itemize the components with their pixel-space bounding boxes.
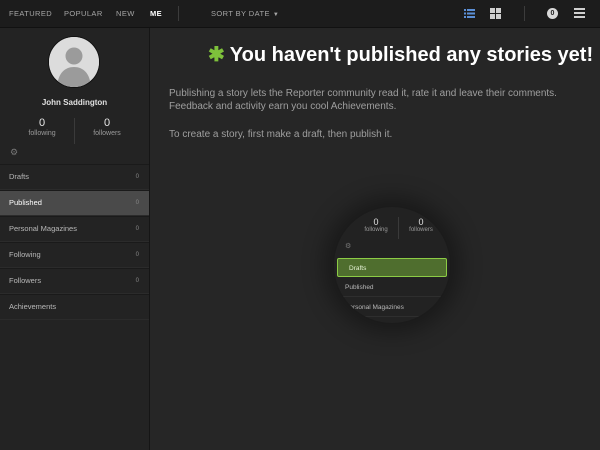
description-text: Publishing a story lets the Reporter com… bbox=[169, 88, 557, 112]
sort-label: SORT BY DATE bbox=[211, 9, 270, 18]
illustration-item-published: Published bbox=[334, 278, 450, 297]
illustration-item-personal-magazines: Personal Magazines bbox=[334, 298, 450, 317]
grid-view-icon[interactable] bbox=[490, 8, 501, 19]
profile-name: John Saddington bbox=[41, 98, 108, 107]
illustration-following-stat: 0 following bbox=[356, 217, 396, 233]
notification-badge[interactable]: 0 bbox=[547, 8, 558, 19]
headline-text: You haven't published any stories yet! bbox=[229, 44, 594, 66]
tab-popular[interactable]: POPULAR bbox=[64, 9, 103, 18]
menu-icon[interactable] bbox=[574, 8, 585, 18]
gear-icon[interactable]: ⚙ bbox=[10, 147, 18, 158]
top-bar: FEATURED POPULAR NEW ME SORT BY DATE ▼ 0 bbox=[0, 0, 600, 28]
sidebar-item-label: Following bbox=[9, 250, 41, 259]
followers-label: followers bbox=[93, 130, 121, 137]
sidebar-menu: Drafts 0 Published 0 Personal Magazines … bbox=[0, 164, 149, 320]
illustration-followers-label: followers bbox=[409, 227, 433, 233]
sidebar-item-achievements[interactable]: Achievements bbox=[0, 294, 149, 320]
list-view-icon[interactable] bbox=[464, 8, 475, 19]
sidebar-item-label: Drafts bbox=[9, 172, 30, 181]
divider bbox=[524, 6, 525, 21]
illustration-magnifier: 0 following 0 followers ⚙ Drafts Publish… bbox=[334, 207, 450, 323]
sidebar-item-label: Followers bbox=[9, 276, 42, 285]
sidebar-item-count: 0 bbox=[135, 200, 139, 206]
page-title: ✱ You haven't published any stories yet! bbox=[208, 42, 593, 67]
asterisk-icon: ✱ bbox=[208, 44, 225, 66]
divider bbox=[178, 6, 179, 21]
divider bbox=[398, 217, 399, 239]
tab-me[interactable]: ME bbox=[150, 9, 162, 18]
illustration-followers-count: 0 bbox=[418, 217, 424, 227]
followers-count: 0 bbox=[103, 117, 111, 129]
sidebar-item-count: 0 bbox=[135, 226, 139, 232]
sort-dropdown[interactable]: SORT BY DATE ▼ bbox=[211, 9, 279, 18]
instruction-text: To create a story, first make a draft, t… bbox=[169, 129, 393, 140]
tab-new[interactable]: NEW bbox=[116, 9, 135, 18]
sidebar-item-label: Published bbox=[9, 198, 42, 207]
sidebar-item-published[interactable]: Published 0 bbox=[0, 190, 149, 216]
sidebar-item-followers[interactable]: Followers 0 bbox=[0, 268, 149, 294]
sidebar-item-label: Personal Magazines bbox=[9, 224, 77, 233]
tab-featured[interactable]: FEATURED bbox=[9, 9, 52, 18]
following-label: following bbox=[28, 130, 56, 137]
sidebar-item-personal-magazines[interactable]: Personal Magazines 0 bbox=[0, 216, 149, 242]
following-stat[interactable]: 0 following bbox=[5, 117, 79, 137]
sidebar-item-count: 0 bbox=[135, 174, 139, 180]
sidebar-item-following[interactable]: Following 0 bbox=[0, 242, 149, 268]
illustration-following-count: 0 bbox=[373, 217, 379, 227]
avatar[interactable] bbox=[49, 37, 99, 87]
sidebar-item-count: 0 bbox=[135, 252, 139, 258]
illustration-followers-stat: 0 followers bbox=[401, 217, 441, 233]
sidebar-item-drafts[interactable]: Drafts 0 bbox=[0, 164, 149, 190]
sidebar: John Saddington 0 following 0 followers … bbox=[0, 28, 150, 450]
sidebar-item-count: 0 bbox=[135, 278, 139, 284]
gear-icon: ⚙ bbox=[345, 243, 352, 250]
user-silhouette-icon bbox=[49, 37, 99, 87]
illustration-following-label: following bbox=[364, 227, 388, 233]
sidebar-item-label: Achievements bbox=[9, 302, 57, 311]
following-count: 0 bbox=[38, 117, 46, 129]
chevron-down-icon: ▼ bbox=[272, 12, 280, 18]
illustration-item-drafts: Drafts bbox=[337, 258, 447, 277]
followers-stat[interactable]: 0 followers bbox=[70, 117, 144, 137]
